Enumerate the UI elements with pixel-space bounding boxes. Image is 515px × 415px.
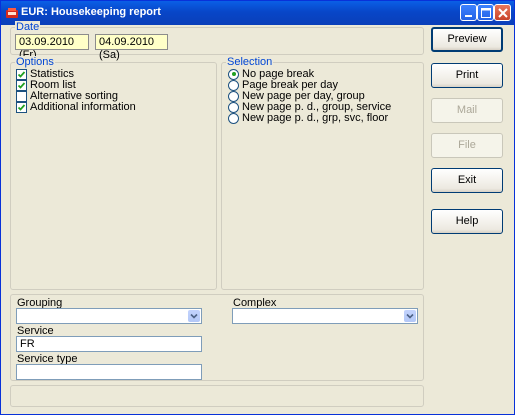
- complex-combo[interactable]: [232, 308, 418, 324]
- status-bar: [10, 385, 424, 407]
- checkmark-icon: [17, 81, 26, 89]
- page-break-per-day-radio[interactable]: [228, 79, 239, 91]
- preview-button[interactable]: Preview: [431, 27, 503, 52]
- grouping-dropdown-button[interactable]: [188, 310, 200, 322]
- statistics-checkbox[interactable]: [16, 68, 27, 80]
- app-icon: [6, 7, 18, 19]
- minimize-icon: [465, 15, 472, 17]
- print-button[interactable]: Print: [431, 63, 503, 88]
- date-to-field[interactable]: 04.09.2010 (Sa): [95, 34, 168, 61]
- new-page-day-group-radio[interactable]: [228, 90, 239, 102]
- new-page-floor-radio[interactable]: [228, 112, 239, 124]
- option-additional-information[interactable]: Additional information: [16, 101, 136, 113]
- new-page-floor-label: New page p. d., grp, svc, floor: [242, 112, 389, 124]
- grouping-combo[interactable]: [16, 308, 202, 324]
- close-icon: [498, 8, 508, 18]
- alternative-sorting-checkbox[interactable]: [16, 90, 27, 102]
- service-input[interactable]: FR: [16, 336, 202, 352]
- date-legend: Date: [15, 21, 41, 33]
- help-button[interactable]: Help: [431, 209, 503, 234]
- chevron-down-icon: [190, 313, 198, 319]
- complex-dropdown-button[interactable]: [404, 310, 416, 322]
- service-type-input[interactable]: [16, 364, 202, 380]
- exit-button[interactable]: Exit: [431, 168, 503, 193]
- selection-legend: Selection: [226, 56, 274, 68]
- selection-new-page-floor[interactable]: New page p. d., grp, svc, floor: [228, 112, 388, 124]
- report-window: EUR: Housekeeping report Date 03.09.2010…: [0, 0, 515, 415]
- chevron-down-icon: [406, 313, 414, 319]
- maximize-icon: [481, 8, 491, 18]
- window-title: EUR: Housekeeping report: [21, 6, 161, 18]
- new-page-group-service-radio[interactable]: [228, 101, 239, 113]
- checkmark-icon: [17, 103, 26, 111]
- mail-button[interactable]: Mail: [431, 98, 503, 123]
- close-button[interactable]: [494, 4, 511, 21]
- title-bar[interactable]: EUR: Housekeeping report: [1, 1, 514, 25]
- date-from-field[interactable]: 03.09.2010 (Fr): [15, 34, 89, 61]
- additional-information-checkbox[interactable]: [16, 101, 27, 113]
- no-page-break-radio[interactable]: [228, 68, 239, 80]
- minimize-button[interactable]: [460, 4, 477, 21]
- file-button[interactable]: File: [431, 133, 503, 158]
- checkmark-icon: [17, 70, 26, 78]
- options-legend: Options: [15, 56, 55, 68]
- maximize-button[interactable]: [477, 4, 494, 21]
- room-list-checkbox[interactable]: [16, 79, 27, 91]
- additional-information-label: Additional information: [30, 101, 136, 113]
